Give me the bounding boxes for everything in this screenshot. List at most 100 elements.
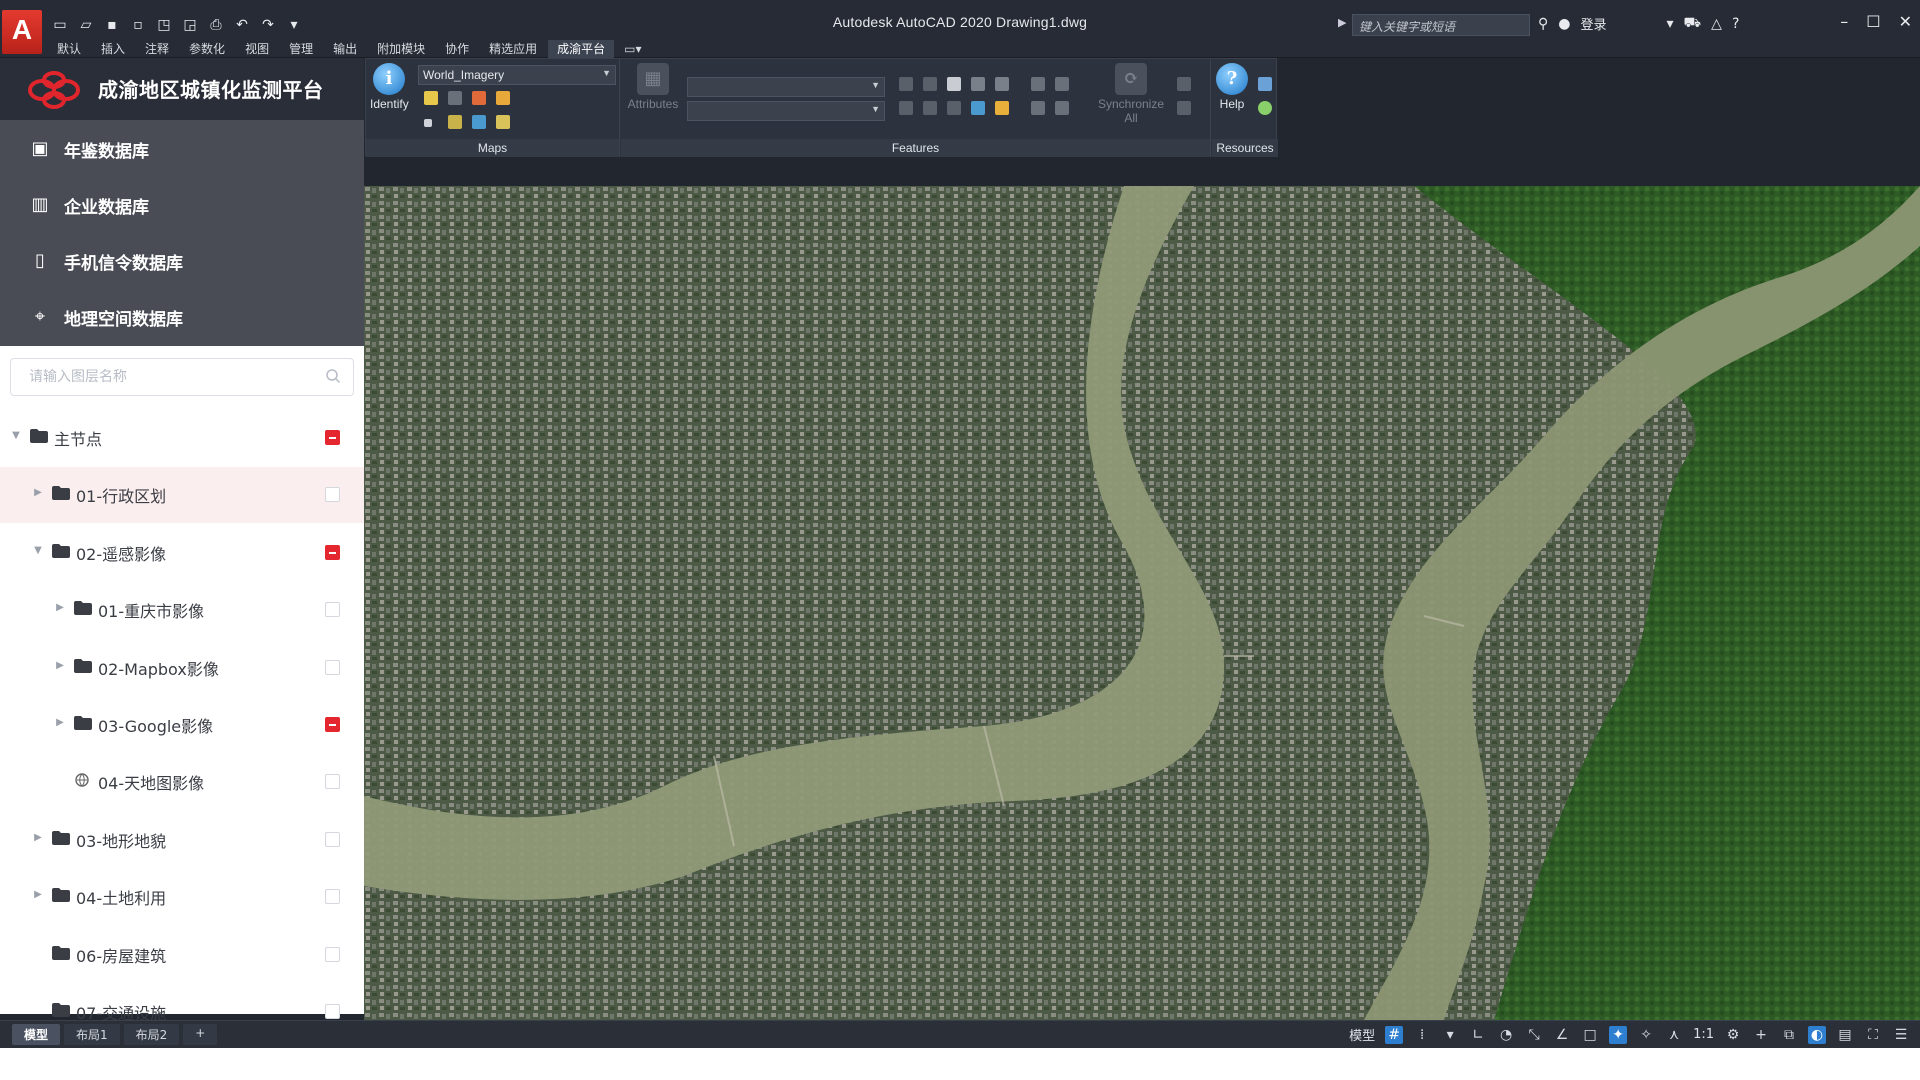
- layer-checkbox[interactable]: [325, 1004, 340, 1019]
- online-status-icon[interactable]: [1258, 101, 1272, 115]
- layer-checkbox[interactable]: [325, 889, 340, 905]
- caret-down-icon[interactable]: ▼: [10, 430, 22, 442]
- database-nav-item[interactable]: ⌖ 地理空间数据库: [0, 289, 364, 345]
- ribbon-tab[interactable]: 插入: [92, 40, 134, 58]
- layer-checkbox[interactable]: [325, 544, 340, 560]
- help-circle-icon[interactable]: ?: [1732, 16, 1739, 32]
- workspace-gear-icon[interactable]: ⚙: [1724, 1026, 1742, 1044]
- redo-icon[interactable]: ↷: [258, 15, 278, 35]
- tree-node[interactable]: ▶ 01-重庆市影像: [0, 582, 364, 638]
- feature-layer-select[interactable]: ▼: [687, 77, 885, 97]
- object-snap-icon[interactable]: □: [1581, 1026, 1599, 1044]
- add-layout-icon[interactable]: +: [183, 1024, 218, 1045]
- cart-icon[interactable]: ⛟: [1684, 15, 1702, 33]
- delete-feature-icon[interactable]: [947, 77, 961, 91]
- undo-icon[interactable]: ↶: [232, 15, 252, 35]
- annotation-auto-icon[interactable]: ⋏: [1665, 1026, 1683, 1044]
- split-icon[interactable]: [1055, 77, 1069, 91]
- polar-tracking-icon[interactable]: ◔: [1497, 1026, 1515, 1044]
- add-map-icon[interactable]: [424, 91, 438, 105]
- layer-checkbox[interactable]: [325, 774, 340, 790]
- cut-icon[interactable]: [1031, 77, 1045, 91]
- app-menu-button[interactable]: A: [2, 10, 42, 54]
- a360-icon[interactable]: △: [1711, 16, 1722, 32]
- layer-checkbox[interactable]: [325, 946, 340, 962]
- ribbon-tab[interactable]: 视图: [236, 40, 278, 58]
- tree-node[interactable]: 04-天地图影像: [0, 754, 364, 810]
- hardware-acceleration-icon[interactable]: ▤: [1836, 1026, 1854, 1044]
- chevron-down-icon[interactable]: ▾: [1441, 1026, 1459, 1044]
- units-icon[interactable]: ⧉: [1780, 1026, 1798, 1044]
- caret-right-icon[interactable]: ▶: [32, 832, 44, 844]
- database-nav-item[interactable]: ▯ 手机信令数据库: [0, 233, 364, 289]
- tree-node[interactable]: 06-房屋建筑: [0, 927, 364, 983]
- search-icon[interactable]: [325, 368, 341, 384]
- open-web-icon[interactable]: ◳: [154, 15, 174, 35]
- grid-display-icon[interactable]: #: [1385, 1025, 1404, 1044]
- percent-icon[interactable]: [1177, 77, 1191, 91]
- caret-right-icon[interactable]: ▶: [54, 660, 66, 672]
- plot-icon[interactable]: ⎙: [206, 15, 226, 35]
- remove-map-icon[interactable]: [448, 91, 462, 105]
- stop-icon[interactable]: [424, 119, 432, 127]
- scale-label[interactable]: 1:1: [1693, 1027, 1714, 1042]
- login-button[interactable]: 登录: [1580, 14, 1606, 33]
- ribbon-tab[interactable]: 成渝平台: [548, 40, 615, 58]
- clean-screen-icon[interactable]: ⛶: [1864, 1026, 1882, 1044]
- caret-right-icon[interactable]: ▶: [54, 717, 66, 729]
- tree-node[interactable]: ▶ 01-行政区划: [0, 467, 364, 524]
- layout-tab[interactable]: 布局1: [64, 1024, 120, 1045]
- ribbon-tab[interactable]: 附加模块: [368, 40, 434, 58]
- stop-edit-icon[interactable]: [899, 101, 913, 115]
- add-point-icon[interactable]: [971, 101, 985, 115]
- tree-node[interactable]: ▼ 02-遥感影像: [0, 525, 364, 581]
- save-as-icon[interactable]: ▫: [128, 15, 148, 35]
- caret-right-icon[interactable]: ▶: [32, 889, 44, 901]
- caret-right-icon[interactable]: ▶: [54, 602, 66, 614]
- chevron-down-icon[interactable]: ▾: [1667, 16, 1674, 32]
- layout-tab[interactable]: 模型: [12, 1024, 61, 1045]
- tree-node[interactable]: ▶ 03-Google影像: [0, 697, 364, 753]
- layer-checkbox[interactable]: [325, 831, 340, 847]
- save-icon[interactable]: ▪: [102, 15, 122, 35]
- annotation-scale-icon[interactable]: ✧: [1637, 1026, 1655, 1044]
- database-nav-item[interactable]: ▣ 年鉴数据库: [0, 121, 364, 177]
- attributes-button[interactable]: ▦ Attributes: [625, 63, 681, 111]
- refresh-map-icon[interactable]: [472, 115, 486, 129]
- undo-edit-icon[interactable]: [1031, 101, 1045, 115]
- ribbon-tab[interactable]: 默认: [48, 40, 90, 58]
- check-edits-icon[interactable]: [1177, 101, 1191, 115]
- highlight-icon[interactable]: [995, 101, 1009, 115]
- layer-checkbox[interactable]: [325, 602, 340, 618]
- user-icon[interactable]: ●: [1558, 16, 1570, 32]
- help-button[interactable]: ? Help: [1214, 63, 1250, 111]
- tree-node[interactable]: ▶ 04-土地利用: [0, 869, 364, 925]
- isolate-objects-icon[interactable]: ◐: [1808, 1025, 1826, 1044]
- copy-icon[interactable]: [947, 101, 961, 115]
- tree-node[interactable]: ▶ 02-Mapbox影像: [0, 640, 364, 696]
- open-folder-icon[interactable]: ▱: [76, 15, 96, 35]
- ribbon-tab[interactable]: 输出: [324, 40, 366, 58]
- object-snap-tracking-icon[interactable]: ⤡: [1525, 1026, 1543, 1044]
- open-map-icon[interactable]: [496, 91, 510, 105]
- basemap-select[interactable]: World_Imagery ▼: [418, 65, 616, 85]
- caret-right-icon[interactable]: ▶: [32, 487, 44, 499]
- close-icon[interactable]: ✕: [1899, 12, 1912, 31]
- ribbon-tab[interactable]: 协作: [436, 40, 478, 58]
- annotation-visibility-icon[interactable]: ✦: [1609, 1025, 1628, 1044]
- layer-search-input[interactable]: [11, 359, 311, 395]
- layer-checkbox[interactable]: [325, 659, 340, 675]
- minimize-icon[interactable]: –: [1840, 12, 1848, 31]
- map-layer-icon[interactable]: [472, 91, 486, 105]
- layout-tab[interactable]: 布局2: [123, 1024, 180, 1045]
- maximize-icon[interactable]: ☐: [1866, 12, 1880, 31]
- docs-icon[interactable]: [1258, 77, 1272, 91]
- synchronize-all-button[interactable]: ⟳ Synchronize All: [1091, 63, 1171, 125]
- feature-field-select[interactable]: ▼: [687, 101, 885, 121]
- export-map-icon[interactable]: [496, 115, 510, 129]
- edit-vertex-icon[interactable]: [995, 77, 1009, 91]
- model-space-label[interactable]: 模型: [1349, 1025, 1375, 1044]
- help-search-input[interactable]: 键入关键字或短语: [1352, 14, 1530, 36]
- ribbon-tab[interactable]: 精选应用: [480, 40, 546, 58]
- new-file-icon[interactable]: ▭: [50, 15, 70, 35]
